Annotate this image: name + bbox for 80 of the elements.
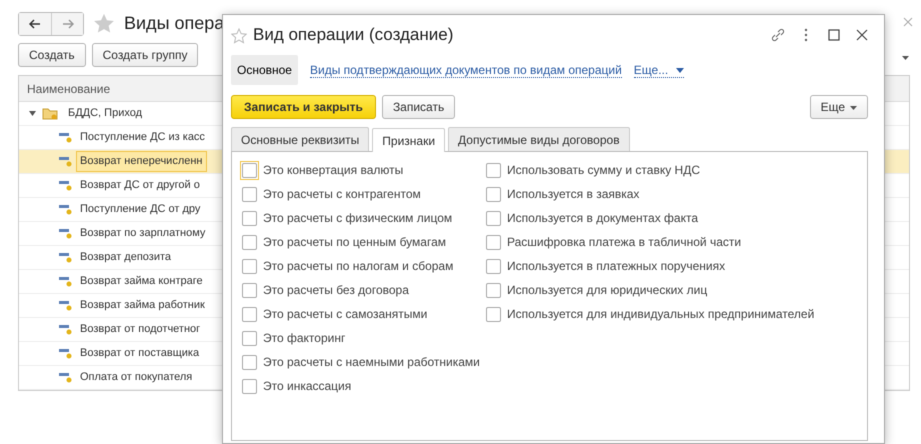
item-icon <box>59 371 73 384</box>
item-icon <box>59 227 73 240</box>
checkbox-label: Это расчеты с самозанятыми <box>263 306 428 323</box>
tree-item[interactable]: БДДС, Приход <box>64 103 146 124</box>
checkbox[interactable] <box>486 186 501 202</box>
checkbox[interactable] <box>486 282 501 298</box>
section-link[interactable]: Виды подтверждающих документов по видам операций <box>310 62 622 78</box>
checkbox[interactable] <box>242 234 257 250</box>
row-label: Поступление ДС из касс <box>79 130 206 146</box>
row-label: Возврат займа контраге <box>79 274 204 290</box>
item-icon <box>59 203 73 216</box>
close-icon[interactable] <box>854 27 870 43</box>
row-label: Возврат ДС от другой о <box>79 178 201 194</box>
checkbox-label: Используется для юридических лиц <box>507 282 708 299</box>
checkbox-label: Это факторинг <box>263 330 346 347</box>
row-label: Возврат от подотчетног <box>79 322 202 338</box>
save-button[interactable]: Записать <box>382 95 456 119</box>
checkbox[interactable] <box>486 210 501 226</box>
checkbox[interactable] <box>242 378 257 394</box>
dialog-title: Вид операции (создание) <box>253 24 454 46</box>
row-label: Возврат депозита <box>79 250 172 266</box>
row-label: Поступление ДС от дру <box>79 202 202 218</box>
section-tab[interactable]: Основное <box>231 55 298 85</box>
row-label: Возврат займа работник <box>79 298 206 314</box>
checkbox-label: Это расчеты без договора <box>263 282 409 299</box>
maximize-icon[interactable] <box>826 27 842 43</box>
checkbox[interactable] <box>486 258 501 274</box>
item-icon <box>59 323 73 336</box>
link-icon[interactable] <box>770 27 786 43</box>
back-button[interactable] <box>19 12 51 34</box>
checkbox[interactable] <box>242 282 257 298</box>
checkbox-label: Используется в документах факта <box>507 210 698 227</box>
checkbox-label: Это инкассация <box>263 378 352 395</box>
checkbox-label: Это расчеты по налогам и сборам <box>263 258 454 275</box>
tab[interactable]: Основные реквизиты <box>231 127 370 151</box>
item-icon <box>59 347 73 360</box>
checkbox[interactable] <box>242 186 257 202</box>
row-label: Возврат по зарплатному <box>79 226 206 242</box>
row-label: Возврат от поставщика <box>79 346 200 362</box>
row-label: Оплата от покупателя <box>79 370 194 386</box>
checkbox[interactable] <box>486 306 501 322</box>
window-title: Виды опера <box>124 12 224 35</box>
item-icon <box>59 155 73 168</box>
row-label: Возврат неперечисленн <box>76 151 207 172</box>
more-button[interactable]: Еще <box>810 95 868 119</box>
save-and-close-button[interactable]: Записать и закрыть <box>231 95 376 119</box>
folder-icon <box>42 106 58 120</box>
item-icon <box>59 299 73 312</box>
checkbox-label: Используется для индивидуальных предпринимателей <box>507 306 814 323</box>
checkbox-label: Используется в заявках <box>507 186 640 203</box>
item-icon <box>59 251 73 264</box>
checkbox[interactable] <box>486 234 501 250</box>
checkbox[interactable] <box>242 210 257 226</box>
checkbox-label: Расшифровка платежа в табличной части <box>507 234 742 251</box>
item-icon <box>59 131 73 144</box>
checkbox-label: Это расчеты с физическим лицом <box>263 210 452 227</box>
star-icon[interactable] <box>231 28 247 44</box>
checkbox[interactable] <box>486 162 501 178</box>
star-icon[interactable] <box>93 13 115 34</box>
more-menu-link[interactable]: Еще... <box>634 62 684 78</box>
caret-icon <box>676 68 684 73</box>
toolbar-button[interactable]: Создать группу <box>92 43 198 67</box>
checkbox-label: Это конвертация валюты <box>263 162 404 179</box>
checkbox-label: Использовать сумму и ставку НДС <box>507 162 700 179</box>
checkbox-label: Это расчеты с контрагентом <box>263 186 421 203</box>
toolbar-button[interactable]: Создать <box>18 43 86 67</box>
tab[interactable]: Признаки <box>372 128 446 152</box>
forward-arrow-icon <box>62 18 74 28</box>
back-arrow-icon <box>29 18 41 28</box>
caret-icon <box>850 106 857 110</box>
checkbox[interactable] <box>242 258 257 274</box>
checkbox-label: Это расчеты с наемными работниками <box>263 354 480 371</box>
checkbox-label: Используется в платежных поручениях <box>507 258 726 275</box>
checkbox[interactable] <box>242 330 257 346</box>
checkbox[interactable] <box>242 306 257 322</box>
checkbox[interactable] <box>242 354 257 370</box>
item-icon <box>59 275 73 288</box>
checkbox-label: Это расчеты по ценным бумагам <box>263 234 446 251</box>
item-icon <box>59 179 73 192</box>
tab[interactable]: Допустимые виды договоров <box>448 127 630 151</box>
